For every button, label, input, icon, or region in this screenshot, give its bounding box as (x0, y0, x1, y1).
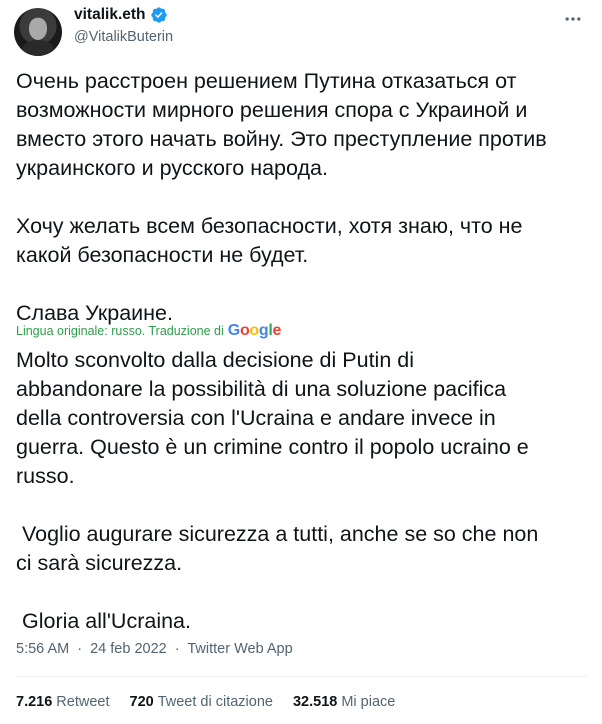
retweet-count-label: Retweet (56, 694, 110, 710)
tweet-timestamp: 5:56 AM · 24 feb 2022 · Twitter Web App (16, 641, 293, 657)
tweet-stats: 7.216 Retweet 720 Tweet di citazione 32.… (16, 694, 395, 710)
like-count-label: Mi piace (341, 694, 396, 710)
author-display-name[interactable]: vitalik.eth (74, 6, 146, 24)
google-logo[interactable]: Google (228, 322, 282, 340)
avatar-body (22, 40, 54, 56)
like-count-value: 32.518 (292, 694, 338, 710)
tweet-translated-text: Molto sconvolto dalla decisione di Putin… (16, 348, 539, 633)
retweet-count[interactable]: 7.216 Retweet (16, 694, 110, 710)
like-count[interactable]: 32.518 Mi piace (293, 694, 395, 710)
quote-tweet-count-value: 720 (129, 694, 154, 710)
more-horizontal-icon[interactable] (560, 6, 586, 32)
divider (16, 676, 588, 677)
quote-tweet-count[interactable]: 720 Tweet di citazione (130, 694, 273, 710)
tweet-source[interactable]: Twitter Web App (187, 641, 292, 657)
timestamp-separator: · (77, 641, 83, 657)
source-separator: · (174, 641, 180, 657)
more-dots-svg (565, 17, 581, 21)
retweet-count-value: 7.216 (16, 694, 53, 710)
quote-tweet-count-label: Tweet di citazione (157, 694, 273, 710)
tweet-original-text: Очень расстроен решением Путина отказать… (16, 69, 547, 325)
avatar[interactable] (14, 8, 62, 56)
translation-note: Lingua originale: russo. Traduzione di G… (16, 322, 281, 340)
author-block: vitalik.eth @VitalikButerin (74, 6, 173, 45)
author-display-name-row[interactable]: vitalik.eth (74, 6, 168, 24)
author-handle[interactable]: @VitalikButerin (74, 29, 173, 45)
tweet-time[interactable]: 5:56 AM (16, 641, 69, 657)
tweet-date[interactable]: 24 feb 2022 (90, 641, 167, 657)
avatar-face (29, 18, 47, 40)
tweet-header: vitalik.eth @VitalikButerin (14, 4, 588, 56)
verified-badge-icon (150, 7, 167, 23)
translation-note-label: Lingua originale: russo. Traduzione di (16, 324, 224, 338)
